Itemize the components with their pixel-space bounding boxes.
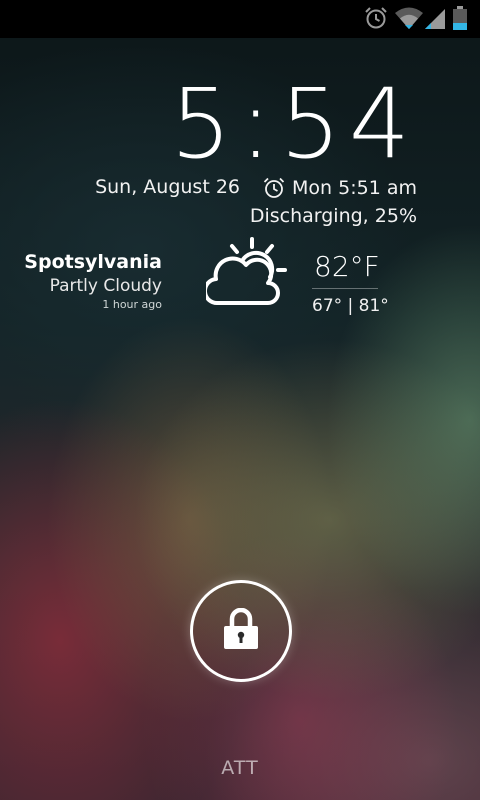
next-alarm-label: Mon 5:51 am bbox=[292, 177, 417, 199]
lock-clock: 5:54 bbox=[170, 68, 418, 180]
weather-temperature: 82°F bbox=[314, 250, 380, 283]
temperature-divider bbox=[312, 288, 378, 289]
date-label: Sun, August 26 bbox=[95, 176, 240, 198]
weather-city: Spotsylvania bbox=[24, 251, 162, 273]
status-bar[interactable] bbox=[0, 0, 480, 38]
padlock-icon bbox=[224, 608, 258, 649]
alarm-clock-icon bbox=[263, 177, 285, 198]
signal-icon bbox=[423, 5, 447, 35]
weather-condition: Partly Cloudy bbox=[49, 276, 162, 296]
weather-updated: 1 hour ago bbox=[102, 298, 162, 311]
battery-status: Discharging, 25% bbox=[249, 205, 417, 227]
next-alarm: Mon 5:51 am bbox=[262, 176, 417, 200]
carrier-label: ATT bbox=[221, 757, 259, 779]
battery-icon bbox=[452, 5, 468, 35]
unlock-button[interactable] bbox=[190, 580, 292, 682]
weather-low-high: 67° | 81° bbox=[312, 296, 389, 316]
partly-cloudy-icon[interactable] bbox=[203, 235, 290, 315]
wifi-icon bbox=[394, 5, 424, 35]
alarm-icon bbox=[363, 5, 389, 35]
weather-location-block[interactable]: Spotsylvania Partly Cloudy 1 hour ago bbox=[24, 250, 162, 312]
